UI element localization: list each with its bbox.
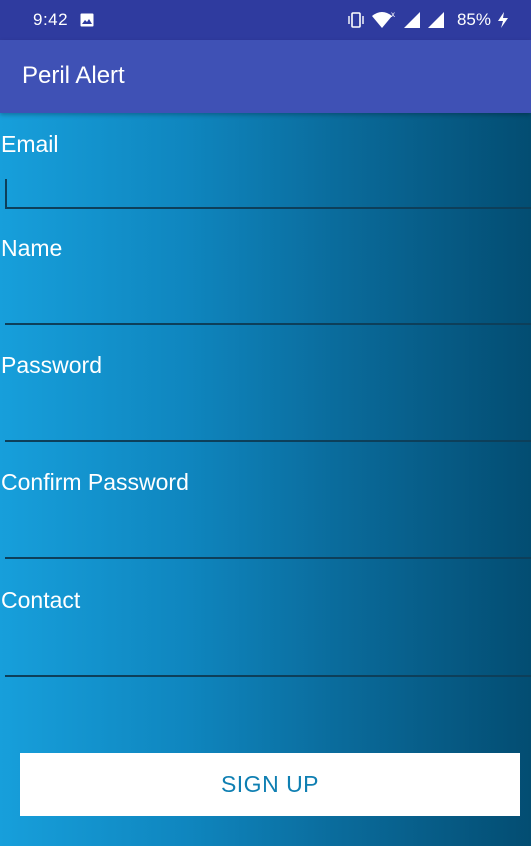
- vibrate-icon: [347, 11, 365, 29]
- image-icon: [80, 12, 94, 27]
- signal-icon: [427, 11, 445, 29]
- email-field[interactable]: [5, 168, 531, 208]
- confirm-password-underline: [5, 557, 531, 559]
- name-label: Name: [1, 235, 63, 261]
- charging-icon: [497, 11, 509, 29]
- password-underline: [5, 440, 531, 442]
- app-bar: Peril Alert: [0, 40, 531, 113]
- password-field[interactable]: [5, 399, 531, 439]
- contact-label: Contact: [1, 587, 81, 613]
- svg-text:x: x: [391, 10, 395, 19]
- sign-up-button[interactable]: SIGN UP: [20, 753, 520, 816]
- status-time: 9:42: [33, 10, 69, 29]
- status-bar: 9:42 x 85%: [0, 0, 531, 40]
- signal-icon: [403, 11, 421, 29]
- email-underline: [5, 207, 531, 209]
- wifi-icon: x: [371, 10, 397, 30]
- battery-percent: 85%: [456, 10, 491, 29]
- email-label: Email: [1, 131, 59, 157]
- screen: 9:42 x 85% Peril Alert Email Name Passwo…: [0, 0, 531, 846]
- name-underline: [5, 323, 531, 325]
- contact-field[interactable]: [5, 634, 531, 674]
- name-field[interactable]: [5, 281, 531, 321]
- signup-form: Email Name Password Confirm Password Con…: [0, 113, 531, 846]
- confirm-password-field[interactable]: [5, 516, 531, 556]
- status-icons: x 85%: [347, 9, 509, 31]
- app-title: Peril Alert: [22, 62, 125, 89]
- contact-underline: [5, 675, 531, 677]
- password-label: Password: [1, 352, 102, 378]
- confirm-password-label: Confirm Password: [1, 469, 189, 495]
